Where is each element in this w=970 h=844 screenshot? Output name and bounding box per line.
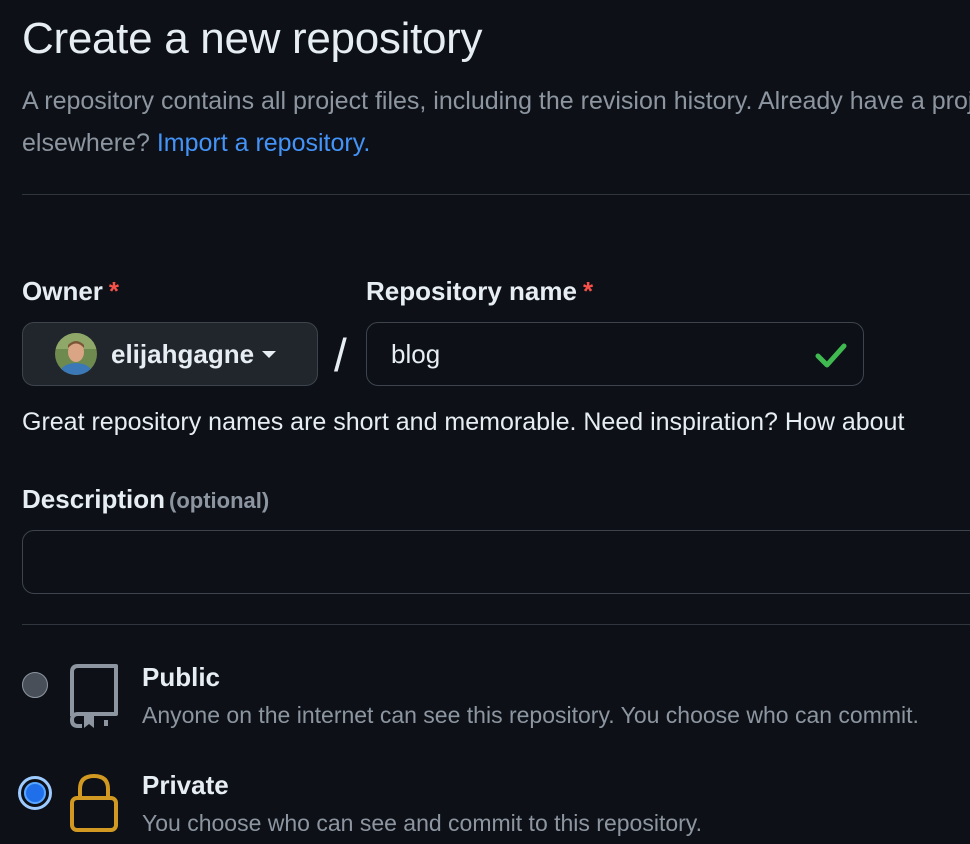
private-radio[interactable]	[18, 776, 52, 810]
page-title: Create a new repository	[22, 14, 483, 63]
check-icon	[815, 343, 847, 368]
create-repo-page: Create a new repository A repository con…	[0, 0, 970, 844]
owner-dropdown-button[interactable]: elijahgagne	[22, 322, 318, 386]
owner-required-mark: *	[108, 276, 120, 306]
visibility-divider	[22, 624, 970, 625]
import-repository-link[interactable]: Import a repository.	[157, 129, 371, 157]
description-optional-tag: (optional)	[169, 488, 270, 513]
repo-name-label-text: Repository name	[366, 276, 577, 306]
public-title: Public	[142, 662, 221, 692]
owner-avatar	[55, 333, 97, 375]
subtitle-elsewhere: elsewhere?	[22, 129, 150, 157]
repository-name-input[interactable]	[366, 322, 864, 386]
repo-name-hint: Great repository names are short and mem…	[22, 408, 905, 436]
subtitle-line-2: elsewhere? Import a repository.	[22, 122, 970, 164]
caret-down-icon	[262, 350, 277, 358]
public-description: Anyone on the internet can see this repo…	[142, 702, 919, 728]
owner-label: Owner *	[22, 276, 119, 307]
description-input[interactable]	[22, 530, 970, 594]
private-description: You choose who can see and commit to thi…	[142, 810, 702, 836]
header-divider	[22, 194, 970, 195]
repo-book-icon	[70, 664, 118, 728]
owner-repo-separator: /	[334, 329, 347, 381]
description-label: Description (optional)	[22, 484, 269, 515]
public-radio[interactable]	[22, 672, 48, 698]
description-label-text: Description	[22, 484, 166, 514]
lock-icon	[70, 773, 118, 832]
owner-name: elijahgagne	[111, 338, 255, 369]
private-title: Private	[142, 770, 229, 800]
owner-label-text: Owner	[22, 276, 103, 306]
subtitle-line-1: A repository contains all project files,…	[22, 87, 970, 115]
repo-name-required-mark: *	[582, 276, 594, 306]
page-subtitle: A repository contains all project files,…	[22, 80, 970, 164]
repo-name-label: Repository name *	[366, 276, 593, 307]
